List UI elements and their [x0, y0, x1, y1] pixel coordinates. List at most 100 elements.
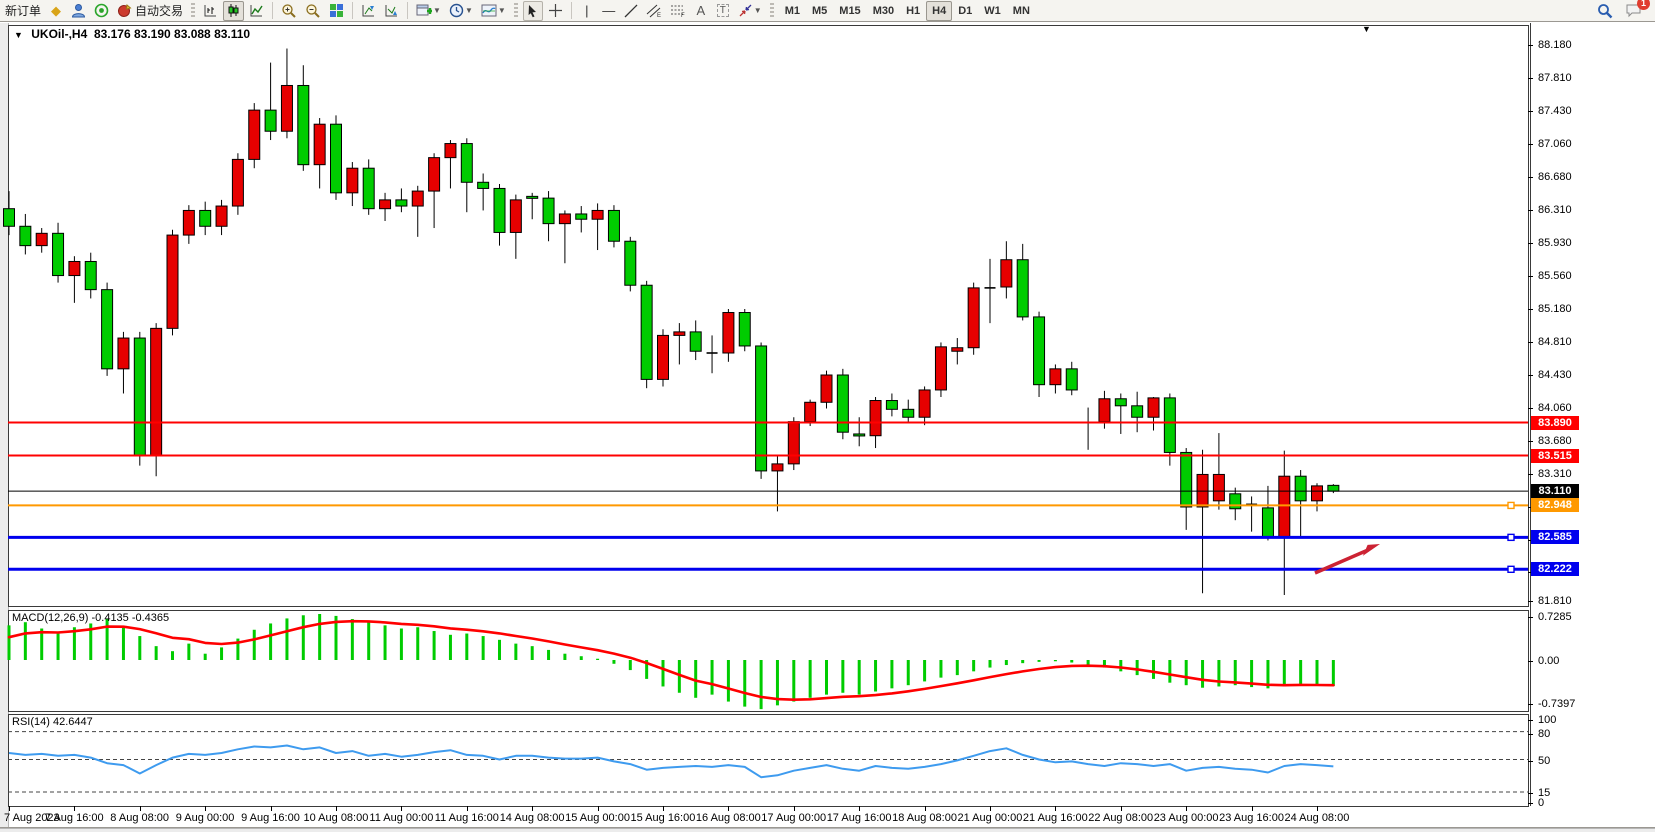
date-tick — [1317, 806, 1318, 811]
axis-tick — [1528, 45, 1533, 46]
date-label: 11 Aug 16:00 — [435, 812, 499, 824]
date-label: 21 Aug 16:00 — [1023, 812, 1088, 824]
price-badge-current-price: 83.110 — [1531, 484, 1579, 498]
price-tick-label: 87.810 — [1538, 72, 1572, 84]
date-tick — [1186, 806, 1187, 811]
date-label: 18 Aug 08:00 — [892, 812, 957, 824]
price-tick-label: 84.430 — [1538, 369, 1572, 381]
date-tick — [663, 806, 664, 811]
price-tick-label: 81.810 — [1538, 595, 1572, 607]
chart-title: ▼ UKOil-,H4 83.176 83.190 83.088 83.110 — [14, 27, 250, 41]
date-tick — [728, 806, 729, 811]
date-label: 11 Aug 00:00 — [369, 812, 433, 824]
axis-tick — [1528, 601, 1533, 602]
date-label: 24 Aug 08:00 — [1285, 812, 1350, 824]
date-tick — [1252, 806, 1253, 811]
date-tick — [925, 806, 926, 811]
chart-shift-marker[interactable]: ▼ — [1362, 24, 1371, 34]
date-label: 8 Aug 08:00 — [110, 812, 169, 824]
date-tick — [74, 806, 75, 811]
ohlc-values: 83.176 83.190 83.088 83.110 — [94, 27, 250, 41]
mt4-window: 新订单 ◆ 自动交易 — [0, 0, 1655, 832]
price-tick-label: 87.060 — [1538, 138, 1572, 150]
price-tick-label: 86.680 — [1538, 171, 1572, 183]
macd-tick-label: 0.00 — [1538, 655, 1559, 667]
date-tick — [532, 806, 533, 811]
date-tick — [271, 806, 272, 811]
date-tick — [9, 806, 10, 811]
date-tick — [1055, 806, 1056, 811]
axis-tick — [1528, 375, 1533, 376]
macd-label: MACD(12,26,9) -0.4135 -0.4365 — [12, 612, 169, 624]
date-label: 15 Aug 00:00 — [565, 812, 630, 824]
rsi-tick-label: 50 — [1538, 755, 1550, 767]
hline-handle — [1508, 502, 1514, 508]
axis-tick — [1528, 734, 1533, 735]
price-badge-support-orange: 82.948 — [1531, 498, 1579, 512]
price-tick-label: 87.430 — [1538, 105, 1572, 117]
date-label: 9 Aug 16:00 — [241, 812, 300, 824]
axis-tick — [1528, 441, 1533, 442]
axis-tick — [1528, 342, 1533, 343]
price-badge-resistance-lower: 83.515 — [1531, 449, 1579, 463]
axis-tick — [1528, 803, 1533, 804]
macd-tick-label: 0.7285 — [1538, 611, 1572, 623]
rsi-line — [9, 746, 1333, 778]
date-tick — [859, 806, 860, 811]
macd-layer — [9, 614, 1333, 709]
price-tick-label: 83.310 — [1538, 468, 1572, 480]
price-tick-label: 85.560 — [1538, 270, 1572, 282]
axis-tick — [1528, 210, 1533, 211]
date-label: 15 Aug 16:00 — [631, 812, 696, 824]
rsi-tick-label: 100 — [1538, 714, 1556, 726]
price-tick-label: 83.680 — [1538, 435, 1572, 447]
axis-tick — [1528, 144, 1533, 145]
date-label: 17 Aug 00:00 — [761, 812, 826, 824]
date-tick — [598, 806, 599, 811]
date-label: 7 Aug 16:00 — [45, 812, 104, 824]
axis-tick — [1528, 793, 1533, 794]
macd-tick-label: -0.7397 — [1538, 698, 1575, 710]
symbol-period-label: UKOil-,H4 — [31, 27, 87, 41]
axis-tick — [1528, 177, 1533, 178]
axis-tick — [1528, 243, 1533, 244]
date-label: 17 Aug 16:00 — [827, 812, 892, 824]
date-tick — [990, 806, 991, 811]
axis-tick — [1528, 761, 1533, 762]
date-tick — [140, 806, 141, 811]
price-badge-support-blue-upper: 82.585 — [1531, 530, 1579, 544]
date-label: 21 Aug 00:00 — [958, 812, 1023, 824]
axis-tick — [1528, 617, 1533, 618]
price-badge-support-blue-lower: 82.222 — [1531, 562, 1579, 576]
hline-handle — [1508, 566, 1514, 572]
date-tick — [336, 806, 337, 811]
rsi-tick-label: 80 — [1538, 728, 1550, 740]
date-tick — [401, 806, 402, 811]
date-tick — [794, 806, 795, 811]
axis-tick — [1528, 661, 1533, 662]
price-badge-resistance-upper: 83.890 — [1531, 416, 1579, 430]
axis-tick — [1528, 720, 1533, 721]
date-label: 22 Aug 08:00 — [1088, 812, 1153, 824]
axis-tick — [1528, 309, 1533, 310]
date-tick — [205, 806, 206, 811]
axis-tick — [1528, 78, 1533, 79]
rsi-tick-label: 0 — [1538, 797, 1544, 809]
candles-layer — [4, 49, 1339, 595]
rsi-layer — [8, 732, 1528, 792]
date-label: 9 Aug 00:00 — [176, 812, 235, 824]
hline-handle — [1508, 534, 1514, 540]
macd-signal-line — [9, 621, 1333, 700]
axis-tick — [1528, 276, 1533, 277]
date-label: 23 Aug 00:00 — [1154, 812, 1219, 824]
axis-tick — [1528, 111, 1533, 112]
chart-canvas[interactable] — [0, 0, 1655, 832]
date-label: 23 Aug 16:00 — [1219, 812, 1284, 824]
date-label: 16 Aug 08:00 — [696, 812, 761, 824]
date-tick — [467, 806, 468, 811]
date-label: 14 Aug 08:00 — [500, 812, 565, 824]
price-tick-label: 85.930 — [1538, 237, 1572, 249]
chevron-down-icon[interactable]: ▼ — [14, 30, 23, 40]
price-tick-label: 86.310 — [1538, 204, 1572, 216]
rsi-label: RSI(14) 42.6447 — [12, 716, 93, 728]
